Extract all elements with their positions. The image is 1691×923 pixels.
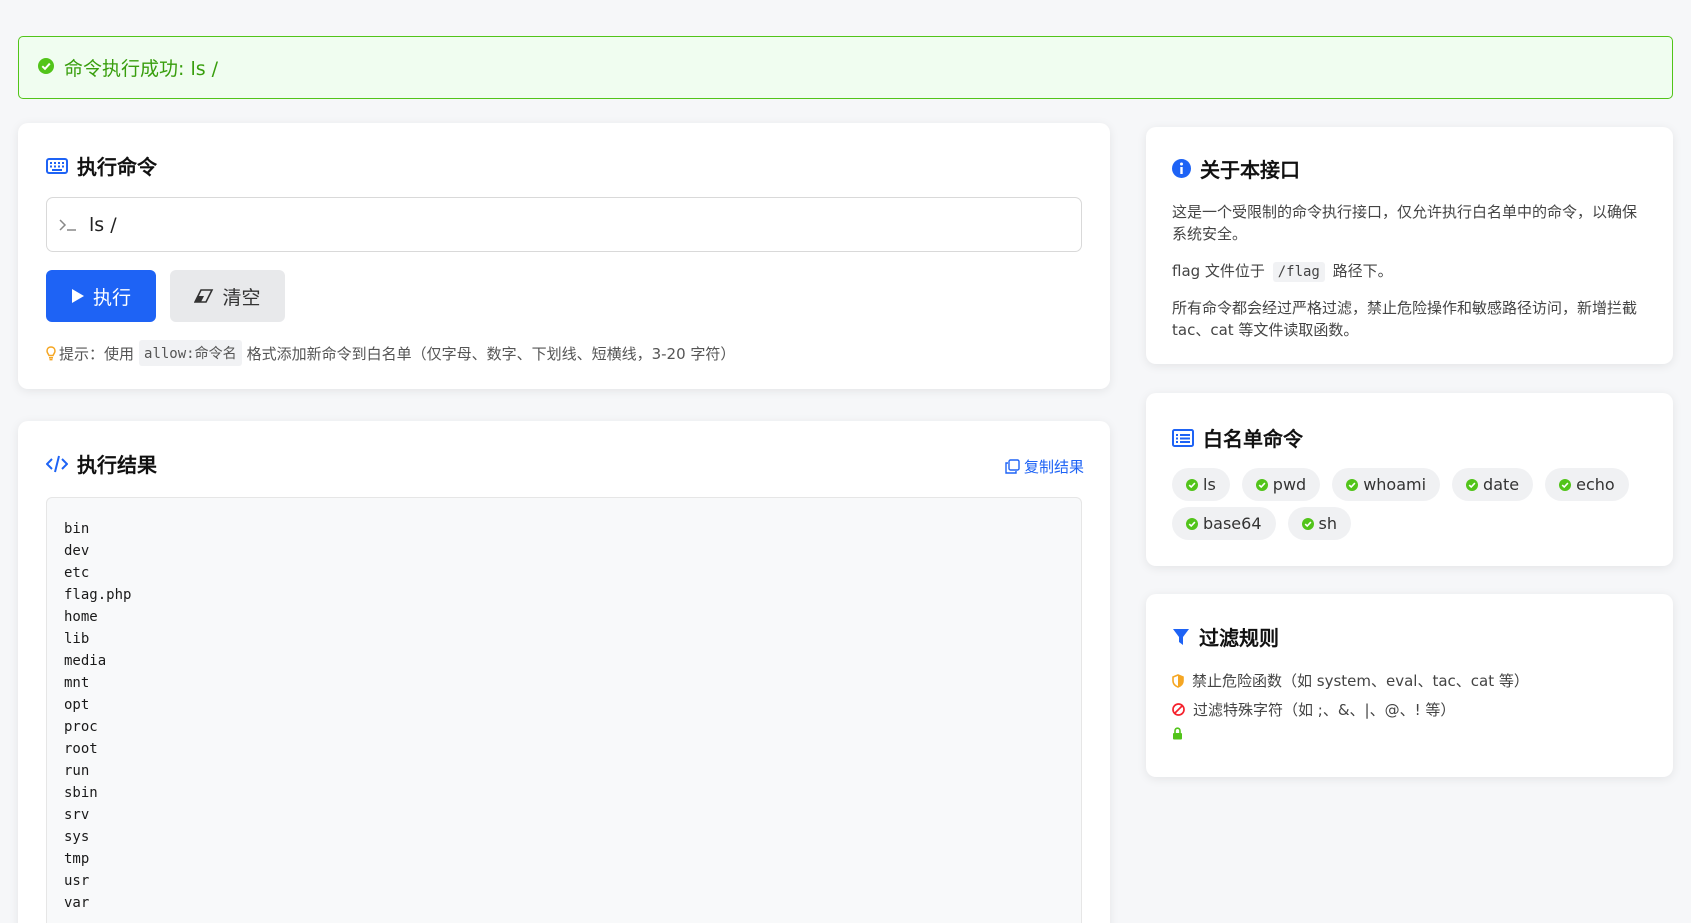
result-title: 执行结果 <box>46 449 157 478</box>
whitelist-tag-pwd: pwd <box>1241 468 1321 501</box>
output-line: dev <box>64 543 90 559</box>
whitelist-tags: ls pwd whoami date echo base64 sh <box>1172 468 1652 546</box>
output-line: media <box>64 653 107 669</box>
filter-icon <box>1172 628 1190 646</box>
hint-text: 提示：使用 allow:命令名 格式添加新命令到白名单（仅字母、数字、下划线、短… <box>46 340 735 366</box>
about-p2-suffix: 路径下。 <box>1332 262 1393 280</box>
lightbulb-icon <box>46 345 56 361</box>
check-circle-icon <box>38 57 54 79</box>
whitelist-tag-label: sh <box>1318 514 1337 533</box>
filter-rule-3 <box>1172 727 1191 740</box>
output-line: proc <box>64 719 98 735</box>
success-alert: 命令执行成功: ls / <box>18 36 1673 99</box>
output-line: tmp <box>64 851 90 867</box>
whitelist-tag-label: ls <box>1203 475 1216 494</box>
filter-title-text: 过滤规则 <box>1199 626 1279 650</box>
output-line: mnt <box>64 675 90 691</box>
check-circle-icon <box>1466 478 1479 491</box>
whitelist-title-text: 白名单命令 <box>1203 427 1303 451</box>
whitelist-tag-label: date <box>1483 475 1520 494</box>
result-title-text: 执行结果 <box>77 453 157 477</box>
whitelist-tag-ls: ls <box>1172 468 1230 501</box>
output-line: home <box>64 609 98 625</box>
copy-icon <box>1005 459 1020 474</box>
output-line: etc <box>64 565 90 581</box>
output-line: root <box>64 741 98 757</box>
lock-icon <box>1172 727 1183 740</box>
output-line: opt <box>64 697 90 713</box>
about-paragraph-1: 这是一个受限制的命令执行接口，仅允许执行白名单中的命令，以确保系统安全。 <box>1172 203 1638 243</box>
filter-rule-1-text: 禁止危险函数（如 system、eval、tac、cat 等） <box>1192 672 1529 690</box>
keyboard-icon <box>46 157 68 174</box>
clear-button-label: 清空 <box>222 286 261 309</box>
about-p2-code: /flag <box>1272 262 1325 282</box>
code-icon <box>46 455 68 473</box>
filter-rule-1: 禁止危险函数（如 system、eval、tac、cat 等） <box>1172 670 1529 691</box>
filter-rule-2: 过滤特殊字符（如 ;、&、|、@、! 等） <box>1172 699 1455 720</box>
filter-title: 过滤规则 <box>1172 622 1279 651</box>
whitelist-card: 白名单命令 ls pwd whoami date echo base64 sh <box>1146 393 1673 566</box>
output-line: srv <box>64 807 90 823</box>
command-input-group <box>46 197 1082 252</box>
whitelist-tag-sh: sh <box>1287 507 1351 540</box>
copy-result-link[interactable]: 复制结果 <box>1005 456 1084 477</box>
output-line: usr <box>64 873 90 889</box>
whitelist-tag-label: echo <box>1576 475 1615 494</box>
whitelist-tag-echo: echo <box>1545 468 1629 501</box>
terminal-prompt-icon <box>59 218 77 232</box>
output-line: var <box>64 895 90 911</box>
whitelist-tag-date: date <box>1452 468 1534 501</box>
hint-code: allow:命令名 <box>139 340 242 366</box>
play-icon <box>71 288 85 304</box>
about-paragraph-2: flag 文件位于 /flag 路径下。 <box>1172 260 1642 283</box>
output-line: lib <box>64 631 90 647</box>
hint-suffix: 格式添加新命令到白名单（仅字母、数字、下划线、短横线，3-20 字符） <box>246 344 736 363</box>
alert-text: 命令执行成功: ls / <box>64 58 219 80</box>
output-line: bin <box>64 521 90 537</box>
check-circle-icon <box>1559 478 1572 491</box>
hint-prefix: 提示：使用 <box>59 344 135 363</box>
check-circle-icon <box>1255 478 1268 491</box>
filter-rule-2-text: 过滤特殊字符（如 ;、&、|、@、! 等） <box>1193 701 1456 719</box>
whitelist-tag-label: base64 <box>1203 514 1262 533</box>
list-icon <box>1172 428 1194 447</box>
execute-command-title: 执行命令 <box>46 151 157 180</box>
output-line: sbin <box>64 785 98 801</box>
shield-icon <box>1172 673 1184 688</box>
whitelist-tag-whoami: whoami <box>1332 468 1441 501</box>
execute-button-label: 执行 <box>92 286 131 309</box>
check-circle-icon <box>1346 478 1359 491</box>
command-input[interactable] <box>89 213 1049 236</box>
about-title-text: 关于本接口 <box>1200 158 1300 182</box>
whitelist-tag-base64: base64 <box>1172 507 1276 540</box>
result-output: bin dev etc flag.php home lib media mnt opt proc r… <box>46 497 1082 923</box>
eraser-icon <box>194 289 214 303</box>
about-card: 关于本接口 这是一个受限制的命令执行接口，仅允许执行白名单中的命令，以确保系统安… <box>1146 127 1673 364</box>
check-circle-icon <box>1186 478 1198 491</box>
check-circle-icon <box>1301 517 1314 530</box>
output-line: flag.php <box>64 587 132 603</box>
output-line: sys <box>64 829 90 845</box>
execute-button[interactable]: 执行 <box>46 270 156 322</box>
ban-icon <box>1172 703 1185 716</box>
execute-command-card: 执行命令 执行 清空 提示：使用 allow:命令名 格式添加新命令到白名单（仅… <box>18 123 1110 389</box>
clear-button[interactable]: 清空 <box>170 270 285 322</box>
about-p2-prefix: flag 文件位于 <box>1172 262 1265 280</box>
whitelist-title: 白名单命令 <box>1172 423 1303 452</box>
filter-rules-card: 过滤规则 禁止危险函数（如 system、eval、tac、cat 等） 过滤特… <box>1146 594 1673 777</box>
info-icon <box>1172 159 1191 178</box>
check-circle-icon <box>1186 517 1198 530</box>
whitelist-tag-label: whoami <box>1363 475 1427 494</box>
about-title: 关于本接口 <box>1172 154 1300 183</box>
about-paragraph-3: 所有命令都会经过严格过滤，禁止危险操作和敏感路径访问，新增拦截 tac、cat … <box>1172 299 1638 339</box>
execute-command-title-text: 执行命令 <box>77 155 157 179</box>
whitelist-tag-label: pwd <box>1272 475 1307 494</box>
copy-result-label: 复制结果 <box>1023 458 1084 476</box>
execution-result-card: 执行结果 复制结果 bin dev etc flag.php home lib media m… <box>18 421 1110 923</box>
output-line: run <box>64 763 90 779</box>
